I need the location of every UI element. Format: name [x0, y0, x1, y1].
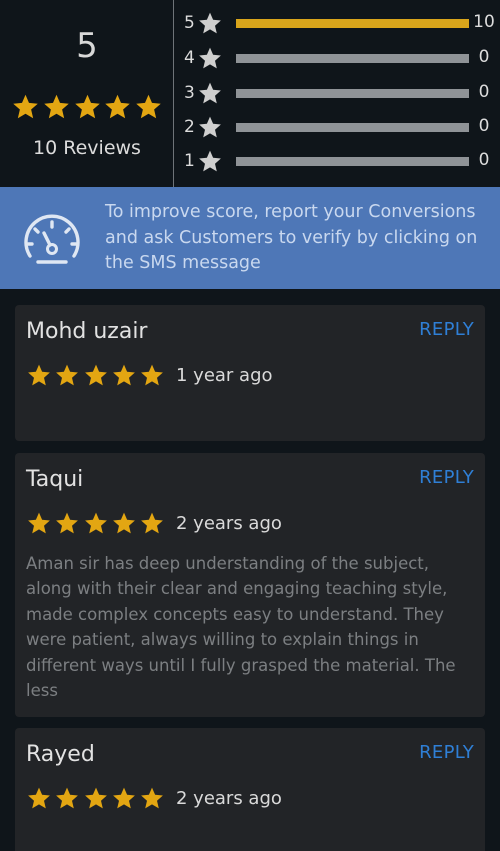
rating-bar-count: 0: [478, 47, 490, 67]
average-rating-panel: 5 10 Reviews: [0, 0, 174, 187]
star-icon: [105, 94, 131, 119]
star-icon: [112, 364, 135, 386]
rating-bar-count: 0: [478, 82, 490, 102]
star-icon: [199, 116, 221, 138]
review-card: Rayed REPLY 2 years ago: [15, 728, 485, 851]
rating-bar-count: 10: [473, 12, 495, 32]
rating-bar-track: [236, 54, 469, 63]
reviewer-name: Taqui: [26, 467, 84, 492]
star-icon: [112, 787, 135, 809]
score-tip-text: To improve score, report your Conversion…: [105, 202, 478, 273]
rating-bar-label: 2: [184, 117, 195, 137]
star-icon: [28, 364, 50, 386]
rating-bar-5: 5 10: [181, 8, 500, 38]
rating-bar-count: 0: [478, 150, 490, 170]
review-card: Taqui REPLY 2 years ago Aman sir has dee…: [15, 453, 485, 717]
score-tip-banner: To improve score, report your Conversion…: [0, 187, 500, 289]
star-icon: [199, 12, 221, 34]
reply-button[interactable]: REPLY: [419, 742, 474, 763]
star-icon: [112, 512, 135, 534]
star-icon: [141, 364, 163, 386]
rating-summary: 5 10 Reviews 5 10 4 0 3 0 2 0 1 0: [0, 0, 500, 187]
rating-bar-track: [236, 157, 469, 166]
reviewer-name: Mohd uzair: [26, 319, 148, 344]
rating-bar-track: [236, 89, 469, 98]
star-icon: [84, 364, 107, 386]
rating-bar-count: 0: [478, 116, 490, 136]
star-icon: [74, 94, 100, 119]
star-icon: [56, 512, 79, 534]
star-icon: [84, 787, 107, 809]
rating-distribution: 5 10 4 0 3 0 2 0 1 0: [181, 0, 500, 187]
star-icon: [84, 512, 107, 534]
star-icon: [13, 94, 38, 119]
star-icon: [141, 787, 163, 809]
star-icon: [199, 47, 221, 69]
star-icon: [28, 512, 50, 534]
star-icon: [56, 787, 79, 809]
rating-bar-label: 1: [184, 151, 195, 171]
star-icon: [199, 82, 221, 104]
review-time: 2 years ago: [176, 513, 282, 534]
review-time: 2 years ago: [176, 788, 282, 809]
rating-bar-label: 4: [184, 48, 195, 68]
rating-bar-label: 3: [184, 83, 195, 103]
review-stars: [27, 363, 164, 387]
rating-bar-4: 4 0: [181, 43, 500, 73]
rating-bar-track: [236, 123, 469, 132]
star-icon: [56, 364, 79, 386]
star-icon: [141, 512, 163, 534]
rating-bar-2: 2 0: [181, 112, 500, 142]
reply-button[interactable]: REPLY: [419, 467, 474, 488]
rating-bar-label: 5: [184, 13, 195, 33]
review-text: Aman sir has deep understanding of the s…: [26, 554, 456, 701]
rating-bar-3: 3 0: [181, 78, 500, 108]
review-stars: [27, 786, 164, 810]
review-stars: [27, 511, 164, 535]
speedometer-icon: [24, 214, 80, 264]
average-rating-value: 5: [76, 26, 98, 66]
star-icon: [28, 787, 50, 809]
review-time: 1 year ago: [176, 365, 273, 386]
star-icon: [199, 150, 221, 172]
average-rating-stars: [12, 93, 162, 120]
review-card: Mohd uzair REPLY 1 year ago: [15, 305, 485, 441]
rating-bar-1: 1 0: [181, 146, 500, 176]
reply-button[interactable]: REPLY: [419, 319, 474, 340]
review-count: 10 Reviews: [33, 137, 141, 159]
star-icon: [136, 94, 161, 119]
rating-bar-fill: [236, 19, 469, 28]
reviewer-name: Rayed: [26, 742, 95, 767]
rating-bar-track: [236, 19, 469, 28]
star-icon: [43, 94, 69, 119]
